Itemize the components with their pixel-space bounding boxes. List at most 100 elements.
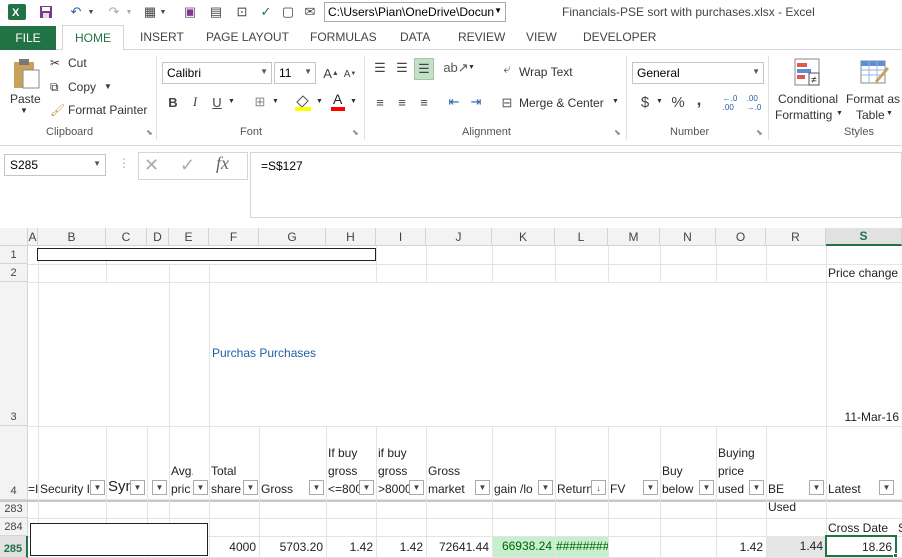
worksheet-grid[interactable]: A B C D E F G H I J K L M N O R S 1 2 3 …: [0, 228, 902, 558]
row-header-284[interactable]: 284: [0, 518, 28, 536]
col-header-f[interactable]: F: [209, 228, 259, 246]
dialog-launcher-icon[interactable]: ⬊: [756, 128, 763, 137]
cell-s284-extra[interactable]: S: [898, 521, 902, 535]
col-header-r[interactable]: R: [766, 228, 826, 246]
cell-l285[interactable]: ########: [556, 537, 608, 557]
cell-s3[interactable]: 11-Mar-16: [826, 410, 902, 424]
cell-h285[interactable]: 1.42: [326, 540, 376, 554]
undo-icon[interactable]: ↶: [66, 3, 86, 21]
header-gross[interactable]: Gross: [261, 480, 306, 498]
tab-page-layout[interactable]: PAGE LAYOUT: [206, 30, 289, 44]
col-header-i[interactable]: I: [376, 228, 426, 246]
fill-handle[interactable]: [893, 553, 898, 558]
tab-data[interactable]: DATA: [400, 30, 430, 44]
format-as-table-button-line2[interactable]: Table: [856, 108, 885, 122]
header-if-buy-low[interactable]: If buy gross <=800: [328, 444, 360, 498]
header-latest[interactable]: Latest: [828, 480, 878, 498]
decrease-font-icon[interactable]: A ▼: [342, 66, 358, 82]
font-name-select[interactable]: Calibri ▼: [162, 62, 272, 84]
insert-function-button[interactable]: fx: [216, 153, 229, 174]
cell-k285[interactable]: 66938.24: [493, 537, 555, 557]
format-as-table-dropdown-icon[interactable]: ▼: [886, 110, 893, 117]
cell-o285[interactable]: 1.42: [716, 540, 766, 554]
open-icon[interactable]: ⊡: [232, 3, 252, 21]
decrease-indent-icon[interactable]: ⇤: [444, 92, 464, 112]
dialog-launcher-icon[interactable]: ⬊: [614, 128, 621, 137]
filter-button-avg-price[interactable]: ▼: [193, 480, 208, 495]
cell-purchases[interactable]: Purchas Purchases: [212, 346, 342, 360]
row-header-2[interactable]: 2: [0, 264, 28, 282]
filter-button-d[interactable]: ▼: [152, 480, 167, 495]
font-size-select[interactable]: 11 ▼: [274, 62, 316, 84]
bordered-range-row284[interactable]: [30, 523, 208, 556]
col-header-g[interactable]: G: [259, 228, 326, 246]
cut-button[interactable]: Cut: [68, 56, 87, 70]
filter-button-be-used[interactable]: ▼: [809, 480, 824, 495]
document-location-combo[interactable]: C:\Users\Pian\OneDrive\Docun ▼: [324, 2, 506, 22]
borders-qat-icon[interactable]: ▦: [140, 3, 160, 21]
formula-input[interactable]: =S$127: [250, 152, 902, 218]
currency-button[interactable]: $: [638, 92, 652, 112]
col-header-l[interactable]: L: [555, 228, 608, 246]
col-header-d[interactable]: D: [147, 228, 169, 246]
underline-dropdown-icon[interactable]: ▼: [228, 98, 235, 105]
col-header-s[interactable]: S: [826, 228, 902, 246]
col-header-j[interactable]: J: [426, 228, 492, 246]
tab-developer[interactable]: DEVELOPER: [583, 30, 656, 44]
borders-icon[interactable]: ⊞: [250, 92, 270, 112]
align-left-icon[interactable]: ≡: [370, 92, 390, 112]
paste-button[interactable]: Paste: [10, 92, 41, 106]
save-icon[interactable]: [36, 3, 56, 21]
cell-s285-selected[interactable]: 18.26: [825, 535, 897, 557]
orientation-icon[interactable]: ab↗: [443, 58, 468, 78]
wrap-text-button[interactable]: Wrap Text: [519, 65, 573, 79]
filter-button-gain-loss[interactable]: ▼: [538, 480, 553, 495]
font-color-icon[interactable]: A: [328, 90, 348, 112]
col-header-n[interactable]: N: [660, 228, 716, 246]
redo-dropdown-icon[interactable]: ▼: [124, 3, 134, 21]
filter-button-security[interactable]: ▼: [90, 480, 105, 495]
col-header-m[interactable]: M: [608, 228, 660, 246]
filter-button-latest[interactable]: ▼: [879, 480, 894, 495]
header-return[interactable]: Return: [557, 480, 591, 498]
align-middle-icon[interactable]: ☰: [392, 58, 412, 78]
conditional-formatting-icon[interactable]: ≠: [792, 56, 822, 88]
new-file-icon[interactable]: ▢: [278, 3, 298, 21]
decrease-decimal-icon[interactable]: .00 →.0: [744, 94, 764, 112]
percent-button[interactable]: %: [670, 92, 686, 112]
increase-decimal-icon[interactable]: ←.0.00: [720, 94, 740, 112]
header-avg-price[interactable]: Avg. pric: [171, 462, 193, 498]
align-center-icon[interactable]: ≡: [392, 92, 412, 112]
spelling-icon[interactable]: ✓: [256, 3, 276, 21]
conditional-formatting-button-line2[interactable]: Formatting: [775, 108, 832, 122]
align-right-icon[interactable]: ≡: [414, 92, 434, 112]
tab-view[interactable]: VIEW: [526, 30, 557, 44]
copy-dropdown-icon[interactable]: ▼: [104, 82, 112, 91]
conditional-formatting-button[interactable]: Conditional: [778, 92, 838, 106]
fill-color-dropdown-icon[interactable]: ▼: [316, 98, 323, 105]
paste-dropdown-icon[interactable]: ▼: [20, 106, 28, 115]
copy-button[interactable]: Copy: [68, 80, 96, 94]
filter-button-gross-market[interactable]: ▼: [475, 480, 490, 495]
dialog-launcher-icon[interactable]: ⬊: [352, 128, 359, 137]
paste-icon[interactable]: [8, 56, 44, 92]
header-gross-market[interactable]: Gross market: [428, 462, 473, 498]
comma-button[interactable]: ,: [692, 90, 706, 110]
filter-button-gross[interactable]: ▼: [309, 480, 324, 495]
cell-s2[interactable]: Price change: [828, 265, 902, 281]
redo-icon[interactable]: ↷: [104, 3, 124, 21]
name-box[interactable]: S285 ▼: [4, 154, 106, 176]
enter-icon[interactable]: ✓: [180, 155, 195, 176]
col-header-a[interactable]: A: [28, 228, 38, 246]
col-header-o[interactable]: O: [716, 228, 766, 246]
filter-sorted-icon[interactable]: ↓: [591, 480, 606, 495]
tab-review[interactable]: REVIEW: [458, 30, 505, 44]
format-painter-button[interactable]: Format Painter: [68, 103, 147, 117]
col-header-b[interactable]: B: [38, 228, 106, 246]
italic-button[interactable]: I: [186, 92, 204, 112]
row-header-283[interactable]: 283: [0, 502, 28, 518]
currency-dropdown-icon[interactable]: ▼: [656, 98, 663, 105]
header-total-shares[interactable]: Total share: [211, 462, 244, 498]
filter-button-if-buy-high[interactable]: ▼: [409, 480, 424, 495]
col-header-e[interactable]: E: [169, 228, 209, 246]
